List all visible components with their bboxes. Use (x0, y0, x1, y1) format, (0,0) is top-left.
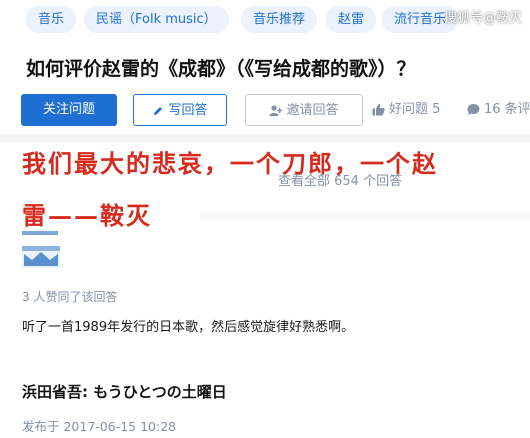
answer-text: 听了一首1989年发行的日本歌，然后感觉旋律好熟悉啊。 (22, 320, 355, 335)
section-divider (0, 134, 530, 142)
add-user-icon (269, 105, 283, 116)
topic-tag-zhao-lei[interactable]: 赵雷 (326, 6, 377, 33)
song-title: 浜田省吾: もうひとつの土曜日 (22, 383, 227, 401)
upvote-count: 3 人赞同了该回答 (22, 290, 118, 304)
comments-button[interactable]: 16 条评 (467, 94, 530, 126)
write-answer-button[interactable]: 写回答 (133, 94, 227, 126)
comment-icon (467, 104, 480, 115)
publish-date: 发布于 2017-06-15 10:28 (22, 419, 177, 434)
invite-answer-label: 邀请回答 (286, 103, 339, 118)
comments-label: 16 条评 (484, 102, 530, 117)
avatar[interactable] (22, 246, 60, 268)
pencil-icon (154, 106, 163, 115)
write-answer-label: 写回答 (168, 103, 208, 118)
avatar-top-bar (22, 231, 58, 235)
topic-tag-folk[interactable]: 民谣（Folk music） (84, 6, 229, 33)
section-divider-2 (200, 212, 530, 220)
topic-tag-music-recommend[interactable]: 音乐推荐 (241, 6, 318, 33)
thumbs-up-icon (372, 103, 385, 116)
good-question-button[interactable]: 好问题 5 (372, 94, 440, 126)
overlay-text-line2: 雷——鞍灭 (22, 201, 152, 230)
invite-answer-button[interactable]: 邀请回答 (245, 94, 363, 126)
topic-tag-music[interactable]: 音乐 (26, 6, 77, 33)
question-title: 如何评价赵雷的《成都》（《写给成都的歌》）？ (26, 58, 416, 80)
good-question-label: 好问题 5 (389, 102, 441, 117)
view-all-answers-link[interactable]: 查看全部 654 个回答 (278, 170, 402, 189)
watermark: 搜狐号@鞍灭 (443, 11, 522, 26)
follow-question-button[interactable]: 关注问题 (21, 94, 117, 126)
